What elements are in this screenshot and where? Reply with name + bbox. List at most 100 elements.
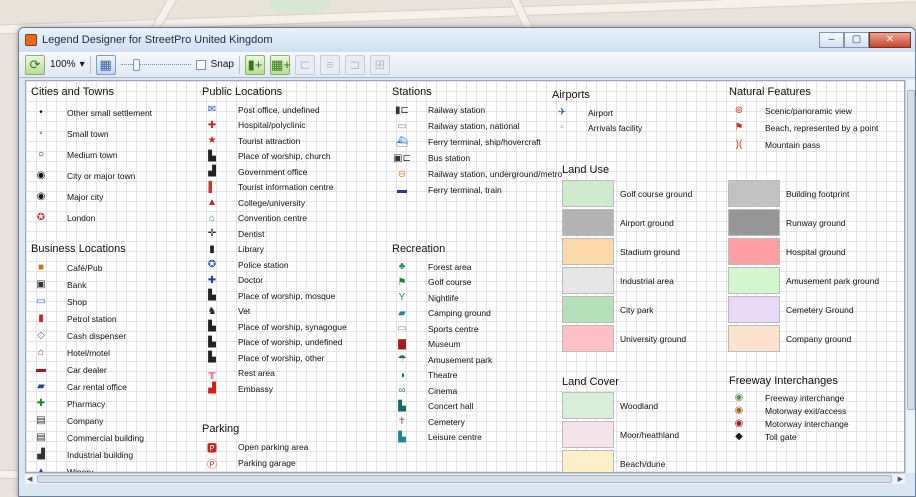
- legend-item[interactable]: ▟ Embassy: [202, 381, 347, 397]
- align-right-button[interactable]: ⊐: [344, 54, 365, 75]
- legend-item[interactable]: ▙ Place of worship, synagogue: [202, 319, 347, 335]
- legend-item[interactable]: ⚑ Beach, represented by a point: [729, 119, 879, 136]
- legend-item[interactable]: ▬ Ferry terminal, train: [392, 182, 562, 198]
- legend-item[interactable]: Building footprint: [728, 179, 849, 208]
- legend-item[interactable]: ▟ Industrial building: [31, 446, 144, 463]
- legend-item[interactable]: Beach/dune: [562, 449, 665, 472]
- maximize-button[interactable]: ▢: [844, 32, 869, 48]
- section-landuse[interactable]: Land Use: [562, 164, 609, 180]
- legend-item[interactable]: ╥ Rest area: [202, 366, 347, 382]
- legend-item[interactable]: ▣ Bank: [31, 276, 144, 293]
- legend-item[interactable]: University ground: [562, 324, 686, 353]
- legend-item[interactable]: ✛ Dentist: [202, 226, 347, 242]
- section-title-public[interactable]: Public Locations: [202, 86, 347, 98]
- legend-item[interactable]: ✈ Airport: [552, 105, 642, 120]
- section-cities[interactable]: Cities and Towns • Other small settlement ◦…: [31, 86, 152, 228]
- section-title-parking[interactable]: Parking: [202, 423, 308, 435]
- section-title-stations[interactable]: Stations: [392, 86, 562, 98]
- zoom-select[interactable]: 100% ▾: [50, 59, 85, 70]
- legend-item[interactable]: ⛴ Ferry terminal, ship/hovercraft: [392, 134, 562, 150]
- legend-item[interactable]: ▭ Railway station, national: [392, 118, 562, 134]
- section-freeway[interactable]: Freeway Interchanges ◉ Freeway interchange…: [729, 375, 849, 443]
- legend-item[interactable]: ▮⊏ Railway station: [392, 102, 562, 118]
- legend-item[interactable]: Woodland: [562, 391, 658, 420]
- close-button[interactable]: ✕: [869, 32, 911, 48]
- legend-item[interactable]: ★ Tourist attraction: [202, 133, 347, 149]
- legend-item[interactable]: Stadium ground: [562, 237, 680, 266]
- legend-item[interactable]: ◉ Motorway interchange: [729, 417, 849, 430]
- legend-item[interactable]: ▭ Shop: [31, 293, 144, 310]
- legend-item[interactable]: Airport ground: [562, 208, 674, 237]
- legend-item[interactable]: ◦ Small town: [31, 123, 152, 144]
- legend-item[interactable]: City park: [562, 295, 654, 324]
- legend-item[interactable]: ◉ City or major town: [31, 165, 152, 186]
- vertical-scroll-thumb[interactable]: [907, 90, 915, 410]
- legend-item[interactable]: ▌ Tourist information centre: [202, 180, 347, 196]
- legend-item[interactable]: Runway ground: [728, 208, 846, 237]
- section-stations[interactable]: Stations ▮⊏ Railway station ▭ Railway statio…: [392, 86, 562, 198]
- distribute-button[interactable]: ⊞: [369, 54, 390, 75]
- legend-item[interactable]: )(Mountain pass: [729, 136, 878, 153]
- section-title-landcover[interactable]: Land Cover: [562, 376, 619, 388]
- legend-item[interactable]: ☂ Amusement park: [392, 352, 493, 368]
- legend-item[interactable]: Hospital ground: [728, 237, 846, 266]
- legend-item[interactable]: ▲ College/university: [202, 195, 347, 211]
- legend-item[interactable]: ▮ Petrol station: [31, 310, 144, 327]
- legend-item[interactable]: ∞ Cinema: [392, 383, 492, 399]
- legend-item[interactable]: ✉ Post office, undefined: [202, 102, 347, 118]
- legend-item[interactable]: ◆ Toll gate: [729, 430, 849, 443]
- legend-item[interactable]: ▲ Winery: [31, 463, 144, 472]
- align-center-button[interactable]: ≡: [319, 54, 340, 75]
- legend-item[interactable]: ✪ London: [31, 207, 152, 228]
- minimize-button[interactable]: –: [819, 32, 844, 48]
- section-recreation[interactable]: Recreation ♣ Forest area ⚑ Golf course Y Night…: [392, 243, 492, 445]
- section-title-airports[interactable]: Airports: [552, 89, 642, 101]
- scroll-right-icon[interactable]: ▶: [898, 475, 903, 483]
- legend-item[interactable]: ◇ Cash dispenser: [31, 327, 144, 344]
- legend-item[interactable]: ⌂ Hotel/motel: [31, 344, 144, 361]
- legend-item[interactable]: Ⓟ Parking garage: [202, 455, 308, 471]
- legend-item[interactable]: Y Nightlife: [392, 290, 492, 306]
- align-left-button[interactable]: ⊏: [294, 54, 315, 75]
- legend-item[interactable]: ▭ Sports centre: [392, 321, 492, 337]
- section-title-landuse[interactable]: Land Use: [562, 164, 609, 176]
- grid-toggle-button[interactable]: ▦: [95, 54, 116, 75]
- legend-item[interactable]: ■ Café/Pub: [31, 259, 144, 276]
- legend-item[interactable]: Golf course ground: [562, 179, 692, 208]
- zoom-slider-thumb[interactable]: [132, 58, 140, 71]
- legend-item[interactable]: ✝ Cemetery: [392, 414, 492, 430]
- legend-item[interactable]: ✚ Pharmacy: [31, 395, 144, 412]
- refresh-button[interactable]: ⟳: [25, 54, 45, 75]
- legend-item[interactable]: ✚ Hospital/polyclinic: [202, 118, 347, 134]
- section-title-business[interactable]: Business Locations: [31, 243, 144, 255]
- legend-item[interactable]: ▫ Arrivals facility: [552, 120, 642, 135]
- legend-item[interactable]: ○ Medium town: [31, 144, 152, 165]
- section-parking[interactable]: Parking 🅿 Open parking area Ⓟ Parking garage: [202, 423, 308, 471]
- legend-item[interactable]: ⊖ Railway station, underground/metro: [392, 166, 562, 182]
- legend-item[interactable]: 🅿 Open parking area: [202, 439, 308, 455]
- legend-item[interactable]: ◉ Major city: [31, 186, 152, 207]
- section-landcover[interactable]: Land Cover: [562, 376, 619, 392]
- legend-item[interactable]: Company ground: [728, 324, 851, 353]
- legend-item[interactable]: ✚ Doctor: [202, 273, 347, 289]
- legend-item[interactable]: ♞ Vet: [202, 304, 347, 320]
- snap-checkbox[interactable]: [195, 59, 206, 70]
- legend-item[interactable]: ▟ Government office: [202, 164, 347, 180]
- legend-item[interactable]: ▣⊏ Bus station: [392, 150, 562, 166]
- legend-item[interactable]: Industrial area: [562, 266, 674, 295]
- legend-item[interactable]: • Other small settlement: [31, 102, 152, 123]
- section-title-freeway[interactable]: Freeway Interchanges: [729, 375, 849, 387]
- legend-canvas[interactable]: Cities and Towns • Other small settlement ◦…: [25, 80, 905, 473]
- legend-item[interactable]: ▤ Company: [31, 412, 144, 429]
- zoom-slider[interactable]: [120, 58, 191, 71]
- section-business[interactable]: Business Locations ■ Café/Pub ▣ Bank ▭ Shop ▮ Pe…: [31, 243, 144, 472]
- add-item-button[interactable]: ▮+: [244, 54, 265, 75]
- legend-item[interactable]: ▙ Place of worship, mosque: [202, 288, 347, 304]
- legend-item[interactable]: ⌂ Convention centre: [202, 211, 347, 227]
- legend-item[interactable]: ▤ Commercial building: [31, 429, 144, 446]
- legend-item[interactable]: ♣ Forest area: [392, 259, 492, 275]
- section-title-recreation[interactable]: Recreation: [392, 243, 492, 255]
- legend-item[interactable]: ▇ Museum: [392, 337, 492, 353]
- legend-item[interactable]: Amusement park ground: [728, 266, 879, 295]
- vertical-scrollbar[interactable]: [905, 80, 915, 473]
